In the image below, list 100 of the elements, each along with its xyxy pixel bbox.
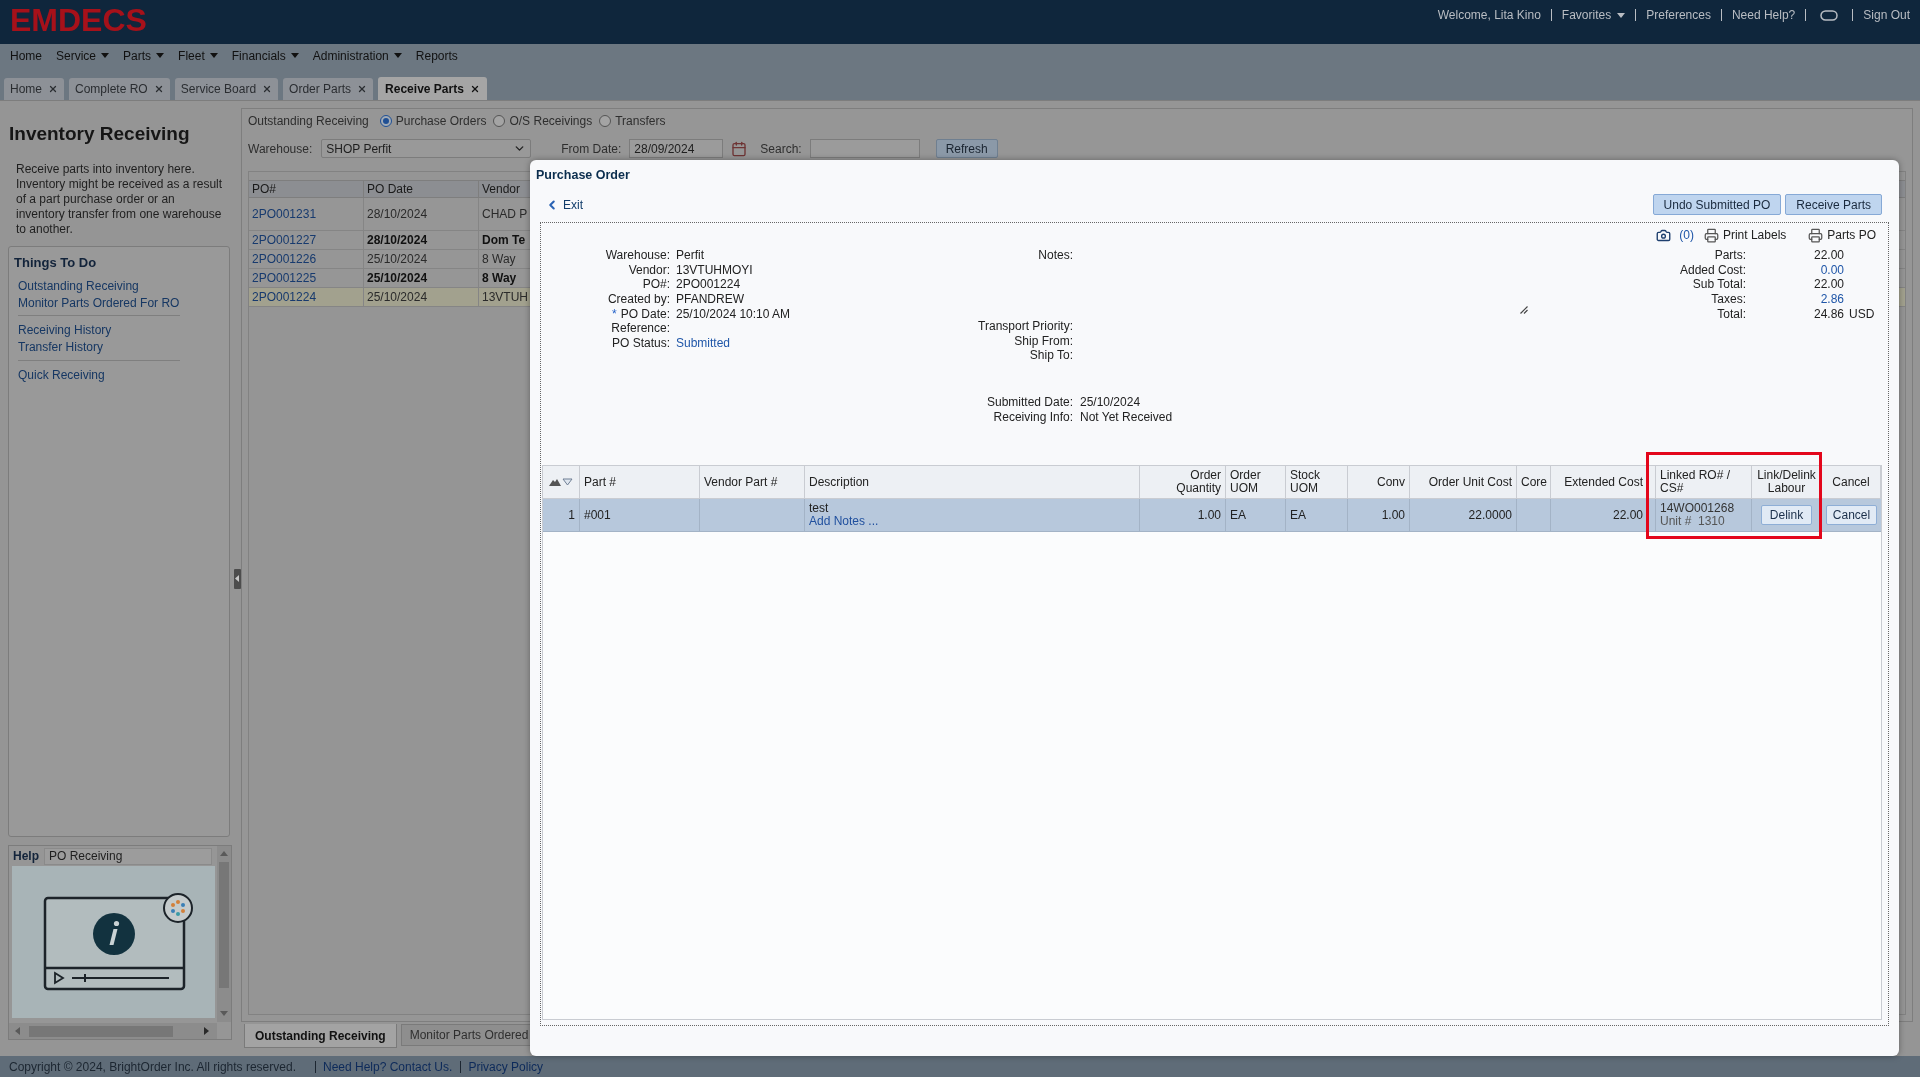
delink-button[interactable]: Delink [1760,505,1813,525]
collapse-handle[interactable] [233,568,241,589]
table-cell: 25/10/2024 [364,250,479,268]
favorites-dropdown[interactable]: Favorites [1561,6,1626,24]
caret-icon [290,53,299,58]
sidebar-link[interactable]: Outstanding Receiving [18,278,139,295]
tab[interactable]: Complete RO [69,78,170,100]
field-label: Ship To: [1028,348,1073,365]
table-cell: 22.00 [1551,499,1656,531]
cancel-button[interactable]: Cancel [1825,505,1878,525]
tab[interactable]: Service Board [174,78,279,100]
menu-item[interactable]: Administration [312,46,402,65]
radio-button[interactable] [493,115,506,127]
table-cell: 22.0000 [1410,499,1517,531]
sidebar-link[interactable]: Quick Receiving [18,367,105,384]
column-header: Order UOM [1226,466,1286,498]
menu-item[interactable]: Fleet [178,46,218,65]
header-link[interactable]: Need Help? [1731,6,1796,24]
tab[interactable]: Home [4,78,64,100]
action-button[interactable]: Undo Submitted PO [1652,194,1782,215]
header-link[interactable]: Preferences [1646,6,1711,24]
table-cell-text: 13VTUH [481,289,529,306]
resize-grip-icon[interactable] [1519,305,1528,314]
refresh-button[interactable]: Refresh [935,139,998,158]
menu-item[interactable]: Reports [415,46,458,65]
table-cell: EA [1226,499,1286,531]
po-link[interactable]: 2PO001227 [252,231,317,249]
photo-count[interactable]: (0) [1679,226,1694,244]
column-header: Description [805,466,1140,498]
radio-button[interactable] [599,115,612,127]
total-label: Sub Total: [1691,276,1746,294]
po-link[interactable]: 2PO001226 [252,250,317,268]
table-cell: 28/10/2024 [364,198,479,230]
vertical-scrollbar[interactable] [217,846,231,1022]
pill-icon[interactable] [1820,9,1839,21]
copyright-text: Copyright © 2024, BrightOrder Inc. All rights reserved. [9,1058,296,1076]
print-button[interactable]: Print Labels [1703,226,1787,244]
horizontal-scrollbar[interactable] [9,1023,217,1039]
status-link[interactable]: Submitted [676,333,731,352]
help-video-drawing[interactable] [12,866,215,1018]
column-header: Conv [1348,466,1410,498]
scroll-right-icon[interactable] [204,1027,209,1035]
table-cell: 1.00 [1348,499,1410,531]
table-cell: #001 [580,499,700,531]
welcome-text: Welcome, Lita Kino [1437,7,1541,24]
column-header: Order Unit Cost [1410,466,1517,498]
close-icon[interactable] [262,84,273,94]
column-header: Cancel [1822,466,1881,498]
exit-button[interactable]: Exit [545,195,583,214]
menu-item[interactable]: Home [10,46,42,65]
radio-label[interactable]: Purchase Orders [395,112,487,130]
field-label: Ship From: [1013,333,1073,350]
page-description: Receive parts into inventory here. Inventory might be received as a result of a part purchase order or an inventory transfer from one warehouse to another. [16,162,224,237]
column-header: PO Date [364,181,479,197]
warehouse-select[interactable]: SHOP Perfit [321,139,532,158]
close-icon[interactable] [48,84,58,94]
linked-ro-text: 14WO001268 [1660,502,1735,515]
sort-icon[interactable] [549,477,573,487]
sidebar-link[interactable]: Monitor Parts Ordered For RO [18,295,180,312]
radio-button[interactable] [379,115,392,127]
sidebar-link[interactable]: Transfer History [18,339,103,356]
po-link[interactable]: 2PO001224 [252,288,317,306]
sidebar-link[interactable]: Receiving History [18,322,112,339]
po-link[interactable]: 2PO001231 [252,205,317,223]
footer-link[interactable]: Privacy Policy [468,1057,544,1076]
table-cell-text: Dom Te [481,232,527,249]
help-title: Help [13,848,39,865]
tab[interactable]: Order Parts [283,78,374,100]
column-header: Order Quantity [1140,466,1226,498]
table-row[interactable]: 1 #001 test Add Notes ... 1.00 EA EA 1.00 22.0000 22.00 14WO001268 Unit # 1310 Delink Cancel [543,499,1881,532]
menu-item[interactable]: Financials [231,46,299,65]
menu-item[interactable]: Service [56,46,110,65]
field-label: * PO Date: [610,306,670,323]
column-header: PO# [249,181,364,197]
column-header: Vendor Part # [700,466,805,498]
close-icon[interactable] [153,84,164,94]
po-link[interactable]: 2PO001225 [252,269,317,287]
print-button[interactable]: Parts PO [1808,226,1876,244]
page-title: Inventory Receiving [9,123,191,145]
search-label: Search: [760,140,802,158]
tab[interactable]: Outstanding Receiving [244,1024,397,1048]
date-field[interactable]: 28/09/2024 [629,139,724,158]
menu-item[interactable]: Parts [123,46,165,65]
tab[interactable]: Receive Parts [378,77,487,100]
radio-label[interactable]: Transfers [615,112,666,130]
caret-left-icon [235,575,239,582]
calendar-icon[interactable] [731,140,748,157]
caret-icon [101,53,110,58]
camera-icon[interactable] [1656,227,1672,243]
line-number: 1 [543,499,580,531]
action-button[interactable]: Receive Parts [1785,194,1882,215]
header-link[interactable]: Sign Out [1863,6,1910,24]
filter-label: Outstanding Receiving [248,113,369,130]
close-icon[interactable] [469,83,480,94]
add-notes-link[interactable]: Add Notes ... [809,515,879,528]
caret-icon [156,53,165,58]
footer-link[interactable]: Need Help? Contact Us. [322,1057,453,1076]
close-icon[interactable] [357,84,368,94]
search-field[interactable] [809,139,920,158]
radio-label[interactable]: O/S Receivings [509,112,593,130]
